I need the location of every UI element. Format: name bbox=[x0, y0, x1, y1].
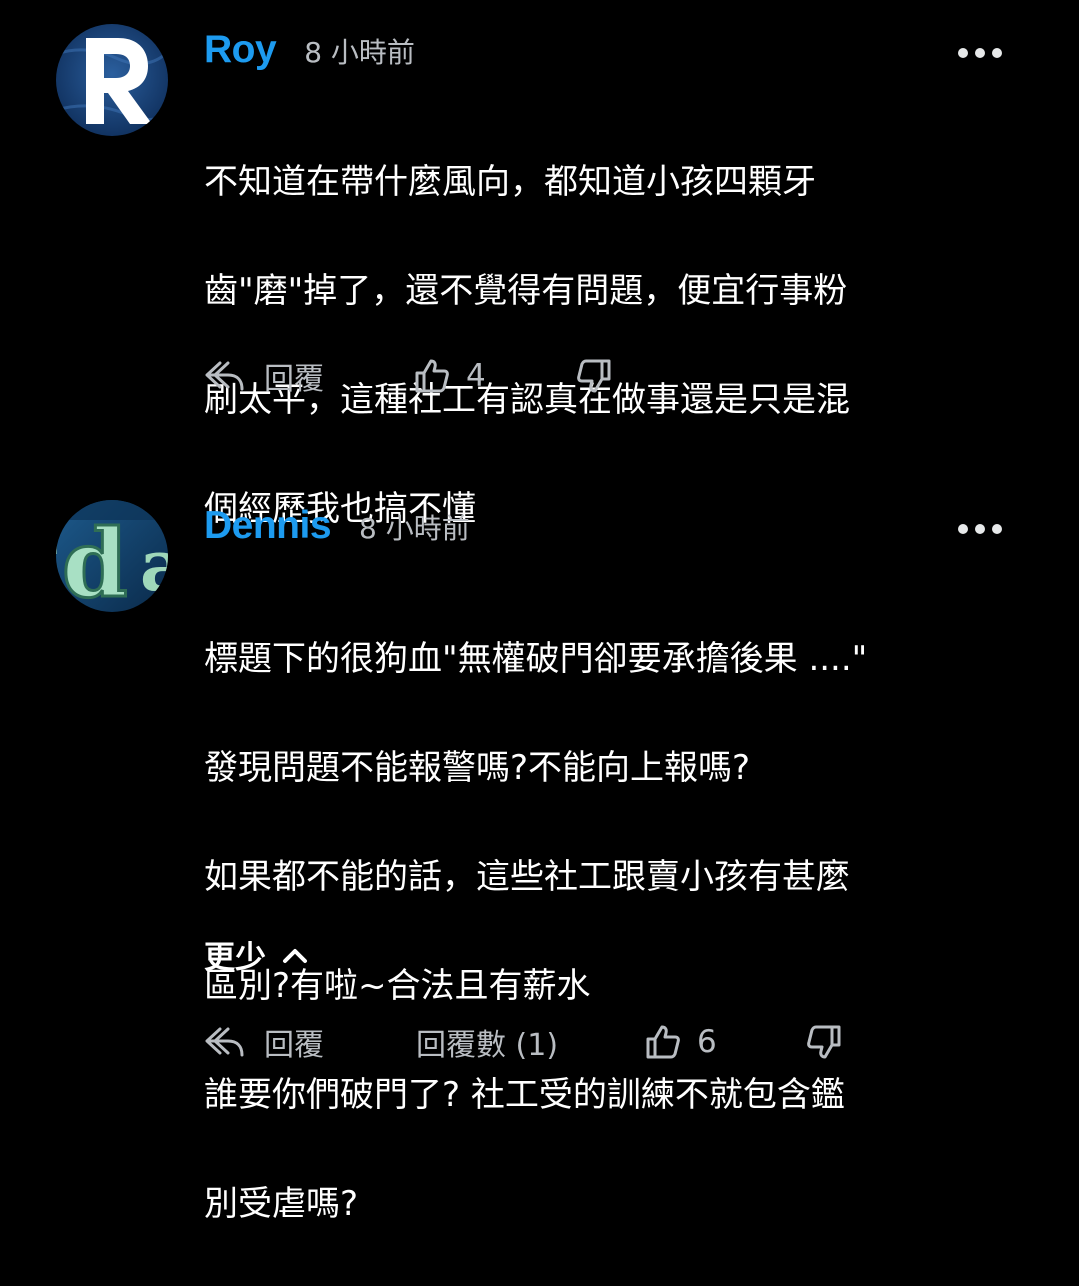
chevron-up-icon bbox=[283, 948, 307, 963]
comment-line: 區別?有啦~合法且有薪水 bbox=[204, 965, 591, 1006]
thumbs-down-icon bbox=[577, 359, 611, 393]
comment-actions: 回覆 回覆數 (1) 6 bbox=[0, 1017, 1079, 1067]
username[interactable]: Roy bbox=[204, 28, 277, 72]
comment-line: 不知道在帶什麼風向，都知道小孩四顆牙 bbox=[204, 161, 816, 202]
show-less-label: 更少 bbox=[204, 940, 266, 976]
reply-label: 回覆 bbox=[264, 362, 324, 397]
show-less-button[interactable]: 更少 bbox=[204, 932, 308, 977]
avatar[interactable] bbox=[56, 24, 168, 136]
comment-header: Dennis 8 小時前 bbox=[204, 504, 470, 564]
like-count: 6 bbox=[697, 1024, 717, 1060]
like-button[interactable]: 6 bbox=[645, 1017, 717, 1067]
username[interactable]: Dennis bbox=[204, 504, 332, 548]
dislike-button[interactable] bbox=[576, 351, 612, 401]
comment-line: 標題下的很狗血"無權破門卻要承擔後果 ...." bbox=[204, 638, 868, 679]
reply-button[interactable]: 回覆 bbox=[204, 1017, 324, 1067]
timestamp: 8 小時前 bbox=[304, 36, 415, 69]
comment-header: Roy 8 小時前 bbox=[204, 28, 415, 88]
comment-line: 如果都不能的話，這些社工跟賣小孩有甚麼 bbox=[204, 856, 850, 897]
letter-r-avatar-icon bbox=[56, 24, 168, 136]
comment-line: 齒"磨"掉了，還不覺得有問題，便宜行事粉 bbox=[204, 270, 848, 311]
comment-line: 誰要你們破門了? 社工受的訓練不就包含鑑 bbox=[204, 1074, 845, 1115]
thumbs-up-icon bbox=[415, 359, 449, 393]
reply-arrow-icon bbox=[205, 361, 244, 391]
svg-text:a: a bbox=[140, 524, 168, 607]
svg-text:d: d bbox=[62, 509, 128, 612]
replies-count-label: 回覆數 (1) bbox=[416, 1028, 559, 1063]
timestamp: 8 小時前 bbox=[359, 512, 470, 545]
comment-line: 別受虐嗎? bbox=[204, 1183, 359, 1224]
avatar[interactable]: d ' a bbox=[56, 500, 168, 612]
letter-d-sign-avatar-icon: d ' a bbox=[56, 500, 168, 612]
reply-arrow-icon bbox=[205, 1027, 244, 1057]
reply-label: 回覆 bbox=[264, 1028, 324, 1063]
comment-body: 標題下的很狗血"無權破門卻要承擔後果 ...." 發現問題不能報警嗎?不能向上報… bbox=[204, 577, 1004, 1286]
reply-button[interactable]: 回覆 bbox=[204, 351, 324, 401]
dislike-button[interactable] bbox=[806, 1017, 842, 1067]
view-replies-button[interactable]: 回覆數 (1) bbox=[416, 1017, 558, 1067]
thumbs-down-icon bbox=[807, 1025, 841, 1059]
more-options-icon[interactable] bbox=[958, 45, 1002, 61]
comment-actions: 回覆 4 bbox=[0, 351, 1079, 401]
thumbs-up-icon bbox=[646, 1025, 680, 1059]
like-button[interactable]: 4 bbox=[414, 351, 486, 401]
like-count: 4 bbox=[466, 358, 486, 394]
svg-text:': ' bbox=[56, 520, 63, 603]
comment-line: 發現問題不能報警嗎?不能向上報嗎? bbox=[204, 747, 751, 788]
more-options-icon[interactable] bbox=[958, 521, 1002, 537]
